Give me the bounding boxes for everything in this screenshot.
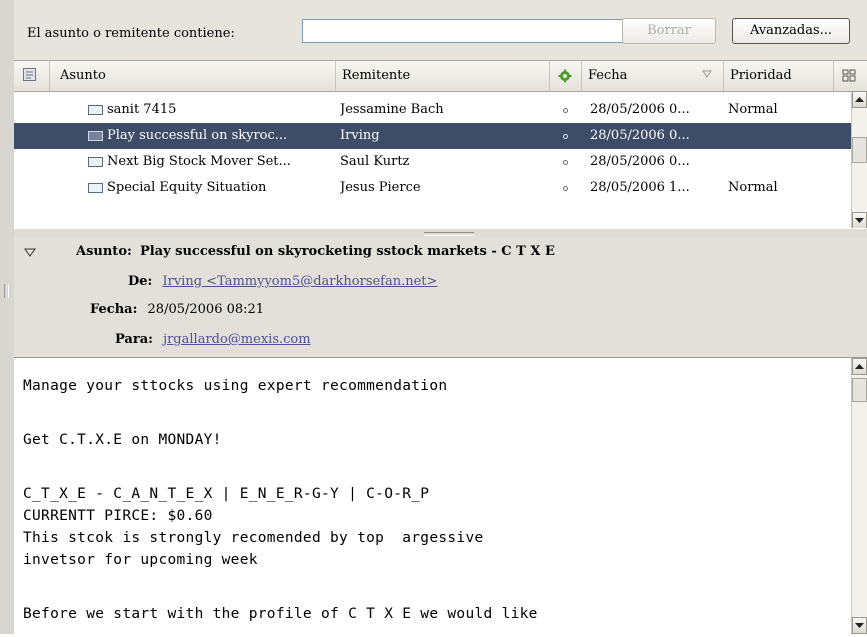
message-subject-cell: sanit 7415 <box>88 97 332 123</box>
message-sender: Irving <box>340 128 380 143</box>
message-priority: Normal <box>728 102 778 117</box>
scrollbar-thumb[interactable] <box>852 137 867 163</box>
message-list: Asunto Remitente Fecha Prioridad sanit 7… <box>14 60 867 229</box>
scroll-down-button[interactable] <box>852 212 867 229</box>
header-subject-label: Asunto: <box>76 244 132 259</box>
message-row[interactable]: sanit 7415 Jessamine Bach 28/05/2006 0..… <box>14 97 852 123</box>
envelope-icon <box>88 156 103 167</box>
body-line: invetsor for upcoming week <box>23 552 258 568</box>
message-sender: Jesus Pierce <box>340 180 421 195</box>
column-header-date-label: Fecha <box>588 68 628 83</box>
message-date: 28/05/2006 0... <box>590 128 690 143</box>
message-sender: Jessamine Bach <box>340 102 444 117</box>
message-subject-cell: Next Big Stock Mover Set... <box>88 149 332 175</box>
message-subject: sanit 7415 <box>107 102 177 117</box>
splitter-grip-icon[interactable] <box>4 284 9 298</box>
scroll-up-button[interactable] <box>852 91 867 108</box>
quick-search-bar: El asunto o remitente contiene: Borrar A… <box>14 0 867 60</box>
message-subject: Special Equity Situation <box>107 180 267 195</box>
envelope-icon <box>88 104 103 115</box>
read-status-dot-icon[interactable] <box>563 134 568 139</box>
message-row[interactable]: Next Big Stock Mover Set... Saul Kurtz 2… <box>14 149 852 175</box>
body-line: CURRENTT PIRCE: $0.60 <box>23 508 213 524</box>
message-body[interactable]: Manage your sttocks using expert recomme… <box>14 358 852 634</box>
body-line: Before we start with the profile of C T … <box>23 606 538 622</box>
read-status-dot-icon[interactable] <box>563 186 568 191</box>
search-label: El asunto o remitente contiene: <box>27 26 235 41</box>
message-priority: Normal <box>728 180 778 195</box>
clear-button[interactable]: Borrar <box>622 18 716 44</box>
scroll-up-button[interactable] <box>852 358 867 375</box>
message-header-pane: Asunto: Play successful on skyrocketing … <box>14 237 867 358</box>
message-row-selected[interactable]: Play successful on skyroc... Irving 28/0… <box>14 123 852 149</box>
message-row[interactable]: Special Equity Situation Jesus Pierce 28… <box>14 175 852 201</box>
message-subject-cell: Play successful on skyroc... <box>88 123 332 149</box>
green-gear-icon[interactable] <box>550 61 582 91</box>
header-to-label: Para: <box>115 332 153 347</box>
advanced-search-button[interactable]: Avanzadas... <box>732 18 850 44</box>
message-sender: Saul Kurtz <box>340 154 410 169</box>
body-line: C_T_X_E - C_A_N_T_E_X | E_N_E_R-G-Y | C-… <box>23 486 430 502</box>
envelope-icon <box>88 182 103 193</box>
left-sidebar-edge <box>0 0 15 634</box>
message-body-scrollbar[interactable] <box>851 358 867 634</box>
column-header-date[interactable]: Fecha <box>582 61 724 91</box>
header-from-row: De: Irving <Tammyyom5@darkhorsefan.net> <box>128 271 437 293</box>
twisty-down-icon[interactable] <box>24 247 36 262</box>
sort-descending-icon <box>702 61 712 91</box>
scroll-down-button[interactable] <box>852 617 867 634</box>
message-date: 28/05/2006 0... <box>590 154 690 169</box>
header-to-link[interactable]: jrgallardo@mexis.com <box>163 332 311 347</box>
splitter-grip-icon <box>424 232 474 236</box>
header-to-row: Para: jrgallardo@mexis.com <box>115 329 311 351</box>
message-date: 28/05/2006 0... <box>590 102 690 117</box>
message-subject: Play successful on skyroc... <box>107 128 288 143</box>
header-date-label: Fecha: <box>90 302 138 317</box>
body-line: Manage your sttocks using expert recomme… <box>23 378 448 394</box>
message-list-header: Asunto Remitente Fecha Prioridad <box>14 61 867 92</box>
search-input[interactable] <box>302 19 625 43</box>
header-from-label: De: <box>128 274 153 289</box>
envelope-icon <box>88 130 103 141</box>
message-priority <box>728 149 832 175</box>
header-date-row: Fecha: 28/05/2006 08:21 <box>90 299 264 321</box>
message-subject: Next Big Stock Mover Set... <box>107 154 291 169</box>
message-date: 28/05/2006 1... <box>590 180 690 195</box>
scrollbar-thumb[interactable] <box>852 378 867 402</box>
message-list-scrollbar[interactable] <box>851 91 867 229</box>
header-date: 28/05/2006 08:21 <box>147 302 265 317</box>
column-picker-icon[interactable] <box>834 61 867 91</box>
column-header-priority[interactable]: Prioridad <box>724 61 834 91</box>
message-priority <box>728 123 832 149</box>
read-status-dot-icon[interactable] <box>563 160 568 165</box>
read-status-dot-icon[interactable] <box>563 108 568 113</box>
thread-column-icon[interactable] <box>14 61 50 91</box>
body-line: Get C.T.X.E on MONDAY! <box>23 432 222 448</box>
header-subject-row: Asunto: Play successful on skyrocketing … <box>76 241 555 263</box>
body-line: This stcok is strongly recomended by top… <box>23 530 484 546</box>
column-header-subject[interactable]: Asunto <box>50 61 336 91</box>
header-subject: Play successful on skyrocketing sstock m… <box>139 244 555 259</box>
column-header-sender[interactable]: Remitente <box>336 61 550 91</box>
message-subject-cell: Special Equity Situation <box>88 175 332 201</box>
header-from-link[interactable]: Irving <Tammyyom5@darkhorsefan.net> <box>162 274 437 289</box>
